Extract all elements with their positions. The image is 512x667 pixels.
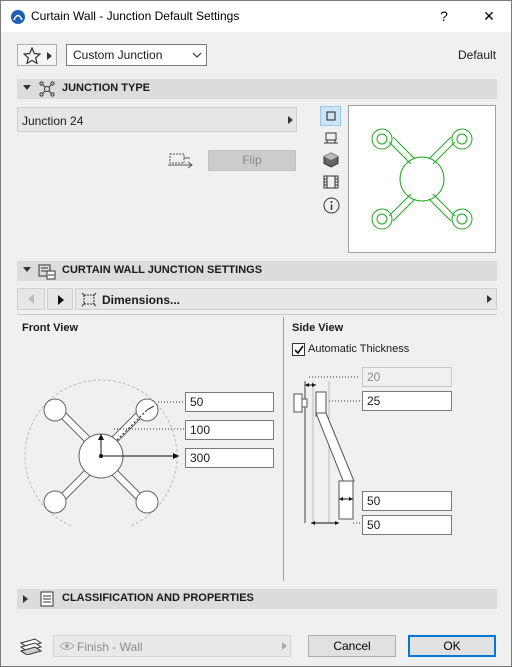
section-view-icon[interactable]	[323, 174, 339, 190]
favorites-arrow-icon	[47, 52, 52, 60]
side-view-title: Side View	[292, 322, 344, 334]
close-button[interactable]: ✕	[474, 5, 504, 27]
flip-button[interactable]: Flip	[208, 150, 296, 171]
star-icon	[23, 47, 41, 64]
junction-select[interactable]: Custom Junction	[66, 44, 207, 66]
eye-icon	[59, 642, 75, 650]
dialog-window: Curtain Wall - Junction Default Settings…	[0, 0, 512, 667]
document-icon	[40, 591, 54, 607]
side-bottom-field-1[interactable]: 50	[362, 491, 452, 511]
junction-select-value: Custom Junction	[73, 48, 163, 62]
junction-type-icon	[39, 81, 55, 97]
chevron-right-icon	[282, 642, 287, 650]
classification-header[interactable]: CLASSIFICATION AND PROPERTIES	[17, 589, 497, 609]
cancel-button[interactable]: Cancel	[308, 635, 396, 657]
junction-type-label: JUNCTION TYPE	[62, 82, 151, 94]
front-view-title: Front View	[22, 322, 79, 334]
auto-thickness-checkbox[interactable]	[292, 343, 305, 356]
front-field-3[interactable]: 300	[185, 448, 274, 468]
layer-icon	[19, 638, 43, 655]
arrow-left-icon	[28, 294, 34, 304]
mirror-icon	[168, 153, 193, 169]
auto-thickness-label: Automatic Thickness	[308, 343, 410, 355]
prev-panel-button[interactable]	[17, 288, 45, 310]
junction-type-header[interactable]: JUNCTION TYPE	[17, 79, 497, 99]
front-field-1[interactable]: 50	[185, 392, 274, 412]
3d-view-icon[interactable]	[323, 152, 339, 168]
collapse-arrow-icon	[23, 85, 31, 90]
junction-type-value: Junction 24	[22, 114, 84, 128]
view-2d-button[interactable]	[320, 106, 341, 126]
junction-type-selector[interactable]: Junction 24	[17, 107, 297, 132]
side-bottom-field-2[interactable]: 50	[362, 515, 452, 535]
side-thickness-field[interactable]: 20	[362, 367, 452, 387]
ok-button[interactable]: OK	[408, 635, 496, 657]
chevron-right-icon	[487, 295, 492, 303]
junction-preview	[348, 105, 496, 253]
next-panel-button[interactable]	[47, 288, 73, 310]
window-title: Curtain Wall - Junction Default Settings	[31, 9, 240, 23]
classification-label: CLASSIFICATION AND PROPERTIES	[62, 592, 254, 604]
info-icon[interactable]	[323, 197, 340, 214]
chevron-down-icon	[192, 52, 202, 58]
favorites-button[interactable]	[17, 44, 57, 66]
front-view-diagram	[24, 379, 185, 526]
junction-settings-label: CURTAIN WALL JUNCTION SETTINGS	[62, 264, 263, 276]
panel-selector[interactable]: Dimensions...	[75, 288, 497, 310]
side-view-diagram	[293, 376, 361, 525]
layer-selector[interactable]: Finish - Wall	[53, 635, 291, 657]
floor-plan-icon[interactable]	[323, 132, 339, 146]
view-separator	[283, 317, 284, 581]
checkmark-icon	[294, 345, 304, 355]
panel-divider	[17, 314, 497, 315]
collapse-arrow-icon	[23, 267, 31, 272]
panel-selector-label: Dimensions...	[102, 293, 181, 307]
arrow-right-icon	[58, 295, 64, 305]
front-field-2[interactable]: 100	[185, 420, 274, 440]
archicad-logo-icon	[11, 10, 25, 24]
help-button[interactable]: ?	[429, 5, 459, 27]
layer-selector-value: Finish - Wall	[77, 640, 143, 654]
default-label: Default	[458, 48, 497, 62]
junction-preview-drawing	[371, 128, 473, 230]
junction-settings-header[interactable]: CURTAIN WALL JUNCTION SETTINGS	[17, 261, 497, 281]
square-icon	[326, 111, 336, 121]
side-depth-field[interactable]: 25	[362, 391, 452, 411]
chevron-right-icon	[288, 116, 293, 124]
dimensions-icon	[81, 292, 97, 307]
settings-panel-icon	[38, 264, 56, 280]
expand-arrow-icon	[23, 595, 28, 603]
title-bar: Curtain Wall - Junction Default Settings…	[1, 1, 511, 32]
